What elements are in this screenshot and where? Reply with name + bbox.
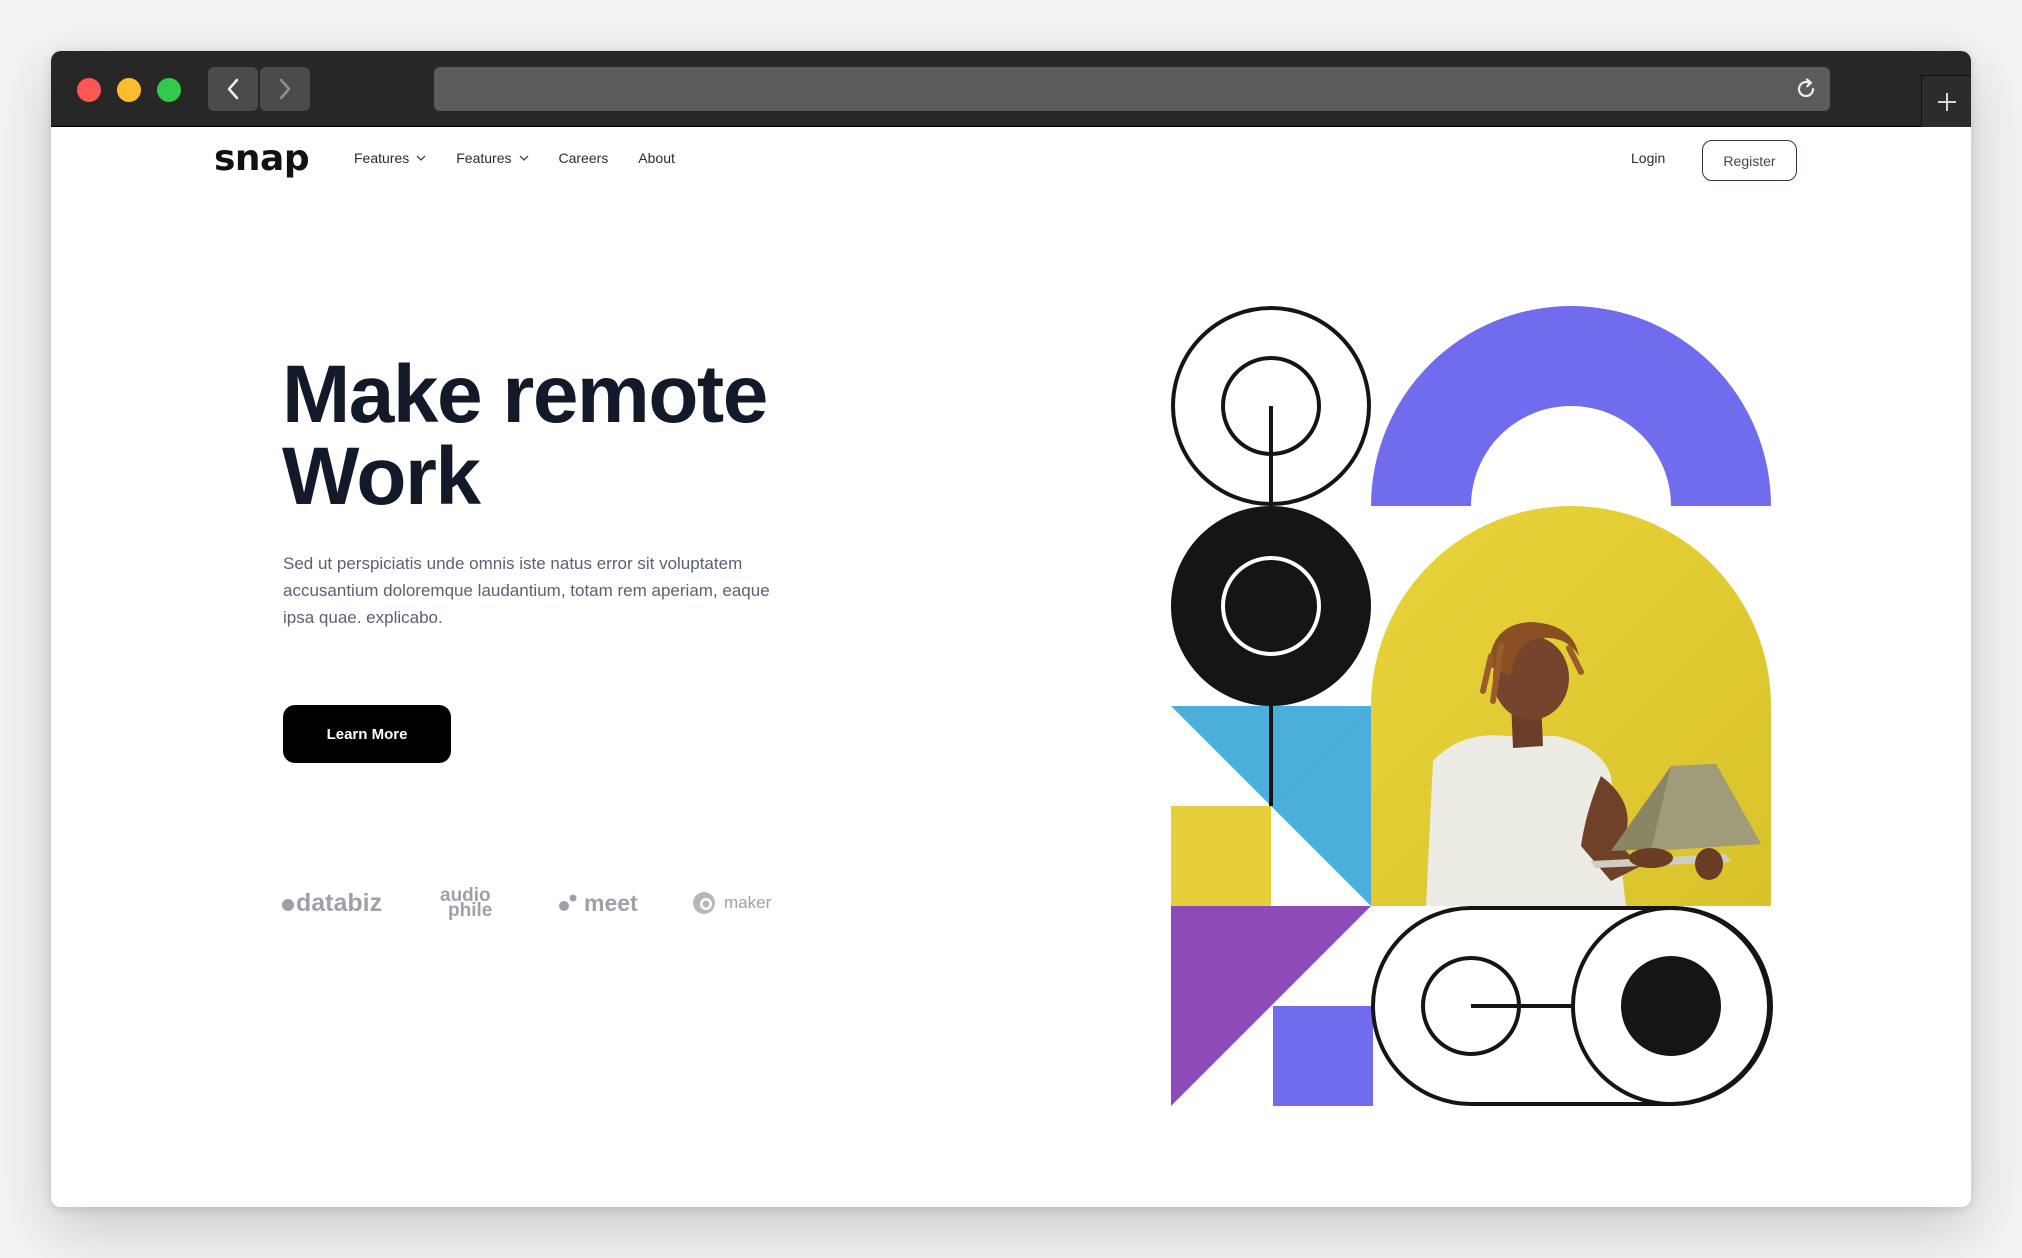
chevron-left-icon: [227, 78, 239, 100]
nav-link-label: Careers: [558, 150, 609, 166]
hero-illustration: [1171, 306, 1773, 1106]
plus-icon: [1937, 92, 1956, 111]
reload-icon[interactable]: [1794, 77, 1818, 101]
nav-careers[interactable]: Careers: [559, 150, 609, 166]
nav-features-2[interactable]: Features: [456, 150, 528, 166]
browser-toolbar: [51, 51, 1971, 127]
databiz-logo: databiz: [282, 889, 440, 918]
nav-link-label: Features: [456, 150, 512, 166]
maximize-window-button[interactable]: [157, 78, 181, 102]
outlined-circle-shape: [1171, 306, 1371, 506]
main-nav: Features Features Careers About: [354, 150, 675, 166]
purple-square-shape: [1273, 1006, 1373, 1106]
nav-features-1[interactable]: Features: [354, 150, 426, 166]
back-button[interactable]: [208, 67, 258, 111]
headline-line-1: Make remote: [282, 349, 768, 440]
nav-about[interactable]: About: [638, 150, 675, 166]
site-logo[interactable]: snap: [214, 138, 310, 179]
nav-link-label: Features: [354, 150, 410, 166]
audiophile-logo: audio phile: [440, 886, 558, 921]
person-photo: [1371, 506, 1771, 906]
audiophile-text-2: phile: [448, 900, 493, 921]
maker-text: maker: [724, 893, 772, 912]
black-circle-shape: [1171, 506, 1371, 706]
meet-dots-icon: [559, 894, 577, 911]
register-button[interactable]: Register: [1702, 140, 1797, 181]
forward-button[interactable]: [260, 67, 310, 111]
yellow-square-shape: [1171, 806, 1271, 906]
hero-headline: Make remote Work: [282, 354, 882, 518]
browser-window: snap Features Features Careers About Log…: [51, 51, 1971, 1207]
client-logos: databiz audio phile meet maker: [282, 886, 771, 921]
new-tab-button[interactable]: [1921, 75, 1971, 127]
meet-logo: meet: [558, 890, 692, 917]
maker-logo: maker: [692, 891, 771, 915]
learn-more-button[interactable]: Learn More: [283, 705, 451, 763]
web-page: snap Features Features Careers About Log…: [51, 128, 1971, 1207]
purple-arch-shape: [1371, 306, 1771, 506]
login-link[interactable]: Login: [1631, 150, 1665, 166]
minimize-window-button[interactable]: [117, 78, 141, 102]
headline-line-2: Work: [282, 431, 481, 522]
meet-text: meet: [584, 889, 638, 916]
databiz-text: databiz: [296, 888, 383, 917]
chevron-right-icon: [279, 78, 291, 100]
pill-shape: [1371, 906, 1773, 1106]
chevron-down-icon: [416, 155, 426, 161]
databiz-dot-icon: [282, 899, 294, 911]
nav-link-label: About: [638, 150, 675, 166]
chevron-down-icon: [519, 155, 528, 161]
address-bar[interactable]: [434, 67, 1830, 111]
close-window-button[interactable]: [77, 78, 101, 102]
hero-description: Sed ut perspiciatis unde omnis iste natu…: [283, 554, 770, 627]
maker-mark-icon: [693, 892, 715, 914]
